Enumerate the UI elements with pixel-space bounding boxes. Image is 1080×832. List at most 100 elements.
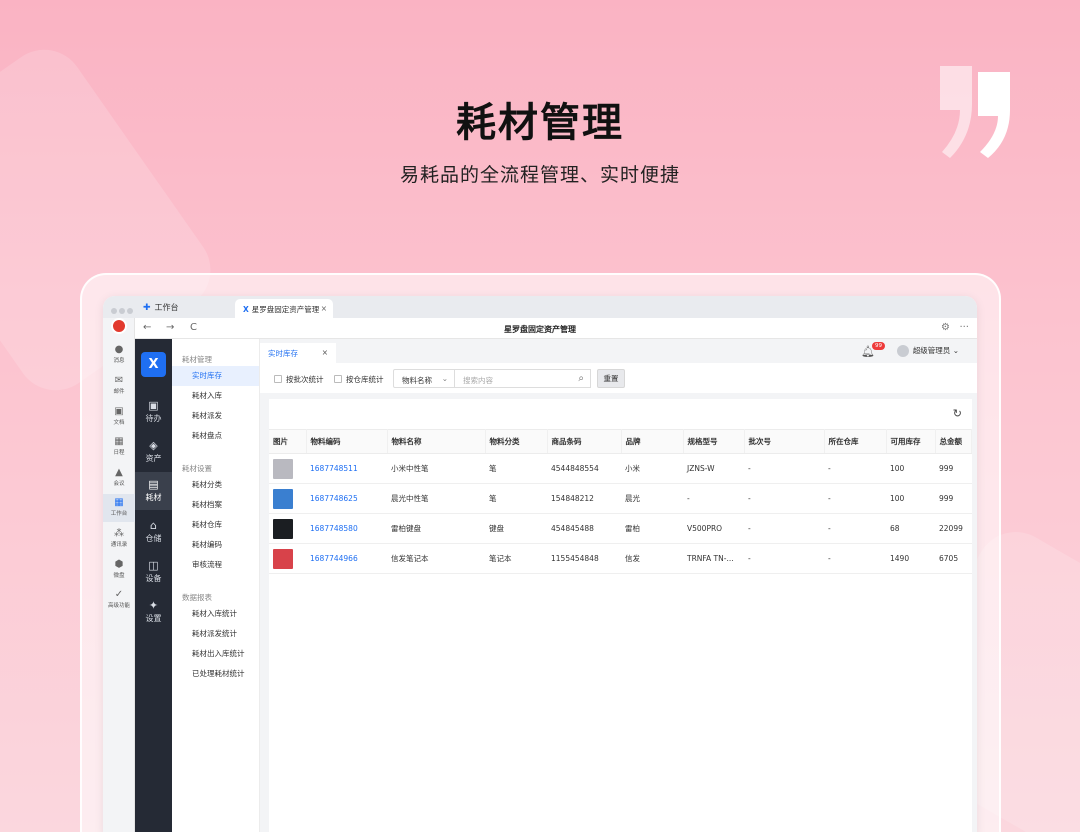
cell-code[interactable]: 1687748625 bbox=[306, 483, 387, 514]
by-warehouse-checkbox[interactable]: 按仓库统计 bbox=[334, 374, 384, 385]
menu-item-coding[interactable]: 耗材编码 bbox=[172, 535, 259, 555]
window-dot[interactable] bbox=[111, 308, 117, 314]
checkbox-icon bbox=[334, 375, 342, 383]
rail-item-calendar[interactable]: ▦ 日程 bbox=[103, 436, 135, 456]
table-row[interactable]: 1687748580 雷柏键盘 键盘 454845488 雷柏 V500PRO - -68 22… bbox=[269, 513, 972, 544]
table-row[interactable]: 1687748511 小米中性笔笔 4544848554 小米 JZNS-W - -100 9… bbox=[269, 453, 972, 484]
cell-code[interactable]: 1687748511 bbox=[306, 453, 387, 484]
column-header[interactable]: 规格型号 bbox=[683, 429, 745, 454]
column-header[interactable]: 总金额 bbox=[935, 429, 972, 454]
sidebar-item-settings[interactable]: ✦ 设置 bbox=[135, 599, 172, 624]
rail-item-mail[interactable]: ✉ 邮件 bbox=[103, 375, 135, 395]
search-input[interactable]: 搜索内容 ⌕ bbox=[455, 369, 591, 388]
avatar[interactable] bbox=[111, 318, 127, 334]
window-controls bbox=[111, 299, 135, 318]
app-logo-icon[interactable]: X bbox=[141, 352, 166, 377]
tab-workbench[interactable]: ✚ 工作台 bbox=[143, 302, 179, 313]
rail-item-drive[interactable]: ⬢ 微盘 bbox=[103, 559, 135, 579]
cell-stock: 1490 bbox=[886, 543, 935, 574]
close-icon[interactable]: × bbox=[322, 348, 328, 357]
menu-item-dispatch-stats[interactable]: 耗材派发统计 bbox=[172, 624, 259, 644]
module-menu: 耗材管理 实时库存 耗材入库 耗材派发 耗材盘点 耗材设置 耗材分类 耗材档案 … bbox=[172, 339, 260, 832]
product-thumbnail[interactable] bbox=[273, 458, 293, 479]
menu-item-stock-in[interactable]: 耗材入库 bbox=[172, 386, 259, 406]
home-icon: ⌂ bbox=[150, 519, 157, 532]
rail-item-advanced[interactable]: ✓ 高级功能 bbox=[103, 589, 135, 609]
cell-spec: JZNS-W bbox=[683, 453, 744, 484]
column-header[interactable]: 物料分类 bbox=[485, 429, 548, 454]
settings-icon[interactable]: ⚙ bbox=[941, 322, 950, 333]
menu-item-category[interactable]: 耗材分类 bbox=[172, 475, 259, 495]
cell-category: 笔 bbox=[485, 453, 547, 484]
table-row[interactable]: 1687748625 晨光中性笔笔 154848212 晨光 - - -100 999 bbox=[269, 483, 972, 514]
refresh-icon[interactable]: ↻ bbox=[953, 407, 962, 420]
column-header[interactable]: 图片 bbox=[269, 429, 307, 454]
cell-stock: 68 bbox=[886, 513, 935, 544]
close-icon[interactable]: × bbox=[321, 304, 327, 313]
column-header[interactable]: 批次号 bbox=[744, 429, 825, 454]
search-icon[interactable]: ⌕ bbox=[578, 373, 584, 384]
more-icon[interactable]: ··· bbox=[959, 322, 969, 333]
calendar-icon: ▦ bbox=[114, 436, 124, 447]
product-thumbnail[interactable] bbox=[273, 548, 293, 569]
menu-group-title: 耗材设置 bbox=[182, 464, 212, 473]
cell-stock: 100 bbox=[886, 453, 935, 484]
cell-brand: 晨光 bbox=[621, 483, 683, 514]
table-header: 图片 物料编码 物料名称 物料分类 商品条码 品牌 规格型号 批次号 所在仓库 … bbox=[269, 429, 972, 454]
menu-item-processed-stats[interactable]: 已处理耗材统计 bbox=[172, 664, 259, 684]
cell-code[interactable]: 1687744966 bbox=[306, 543, 387, 574]
rail-item-docs[interactable]: ▣ 文档 bbox=[103, 406, 135, 426]
notification-badge: 99 bbox=[872, 342, 885, 350]
sidebar-item-storage[interactable]: ⌂ 仓储 bbox=[135, 519, 172, 544]
menu-item-inventory-check[interactable]: 耗材盘点 bbox=[172, 426, 259, 446]
rail-item-workbench[interactable]: ▦ 工作台 bbox=[103, 494, 135, 522]
menu-item-archive[interactable]: 耗材档案 bbox=[172, 495, 259, 515]
field-select[interactable]: 物料名称 ⌄ bbox=[393, 369, 455, 388]
menu-item-approval-flow[interactable]: 审核流程 bbox=[172, 555, 259, 575]
sidebar-item-assets[interactable]: ◈ 资产 bbox=[135, 439, 172, 464]
cell-warehouse: - bbox=[824, 483, 886, 514]
content-tab-bar: 实时库存 × 🔔︎ 99 超级管理员 ⌄ bbox=[260, 339, 977, 363]
cell-barcode: 4544848554 bbox=[547, 453, 621, 484]
column-header[interactable]: 所在仓库 bbox=[824, 429, 887, 454]
menu-item-warehouse[interactable]: 耗材仓库 bbox=[172, 515, 259, 535]
sidebar-item-consumables[interactable]: ▤ 耗材 bbox=[135, 472, 172, 510]
window-dot[interactable] bbox=[119, 308, 125, 314]
window-dot[interactable] bbox=[127, 308, 133, 314]
reset-button[interactable]: 重置 bbox=[597, 369, 625, 388]
cell-code[interactable]: 1687748580 bbox=[306, 513, 387, 544]
product-thumbnail[interactable] bbox=[273, 518, 293, 539]
menu-item-realtime-stock[interactable]: 实时库存 bbox=[172, 366, 259, 386]
rail-item-messages[interactable]: ● 消息 bbox=[103, 344, 135, 364]
hero-subtitle: 易耗品的全流程管理、实时便捷 bbox=[399, 164, 680, 186]
sidebar-item-devices[interactable]: ◫ 设备 bbox=[135, 559, 172, 584]
workbench-icon: ✚ bbox=[143, 303, 151, 313]
menu-item-dispatch[interactable]: 耗材派发 bbox=[172, 406, 259, 426]
column-header[interactable]: 可用库存 bbox=[886, 429, 936, 454]
cell-barcode: 154848212 bbox=[547, 483, 621, 514]
tab-realtime-stock[interactable]: 实时库存 × bbox=[260, 343, 336, 363]
column-header[interactable]: 商品条码 bbox=[547, 429, 622, 454]
consumable-icon: ▤ bbox=[148, 478, 159, 491]
menu-item-stock-in-stats[interactable]: 耗材入库统计 bbox=[172, 604, 259, 624]
cell-batch: - bbox=[744, 453, 824, 484]
window-actions: ⚙ ··· bbox=[941, 322, 969, 333]
rail-item-contacts[interactable]: ⁂ 通讯录 bbox=[103, 528, 135, 548]
module-sidebar: X ▣ 待办 ◈ 资产 ▤ 耗材 ⌂ 仓储 ◫ 设备 ✦ 设置 bbox=[135, 339, 172, 832]
chevron-down-icon: ⌄ bbox=[952, 346, 959, 355]
tab-asset-management[interactable]: X 星罗盘固定资产管理 × bbox=[235, 299, 333, 318]
rail-item-meeting[interactable]: ▲ 会议 bbox=[103, 467, 135, 487]
by-batch-checkbox[interactable]: 按批次统计 bbox=[274, 374, 324, 385]
sidebar-item-todo[interactable]: ▣ 待办 bbox=[135, 399, 172, 424]
document-icon: ▣ bbox=[114, 406, 124, 417]
menu-item-inout-stats[interactable]: 耗材出入库统计 bbox=[172, 644, 259, 664]
cell-name: 信发笔记本 bbox=[387, 543, 485, 574]
user-menu[interactable]: 超级管理员 ⌄ bbox=[896, 345, 959, 357]
product-thumbnail[interactable] bbox=[273, 488, 293, 509]
checkbox-icon bbox=[274, 375, 282, 383]
column-header[interactable]: 物料编码 bbox=[306, 429, 388, 454]
column-header[interactable]: 物料名称 bbox=[387, 429, 486, 454]
cell-barcode: 1155454848 bbox=[547, 543, 621, 574]
table-row[interactable]: 1687744966 信发笔记本 笔记本 1155454848 信发 TRNFA TN-.… bbox=[269, 543, 972, 574]
column-header[interactable]: 品牌 bbox=[621, 429, 684, 454]
